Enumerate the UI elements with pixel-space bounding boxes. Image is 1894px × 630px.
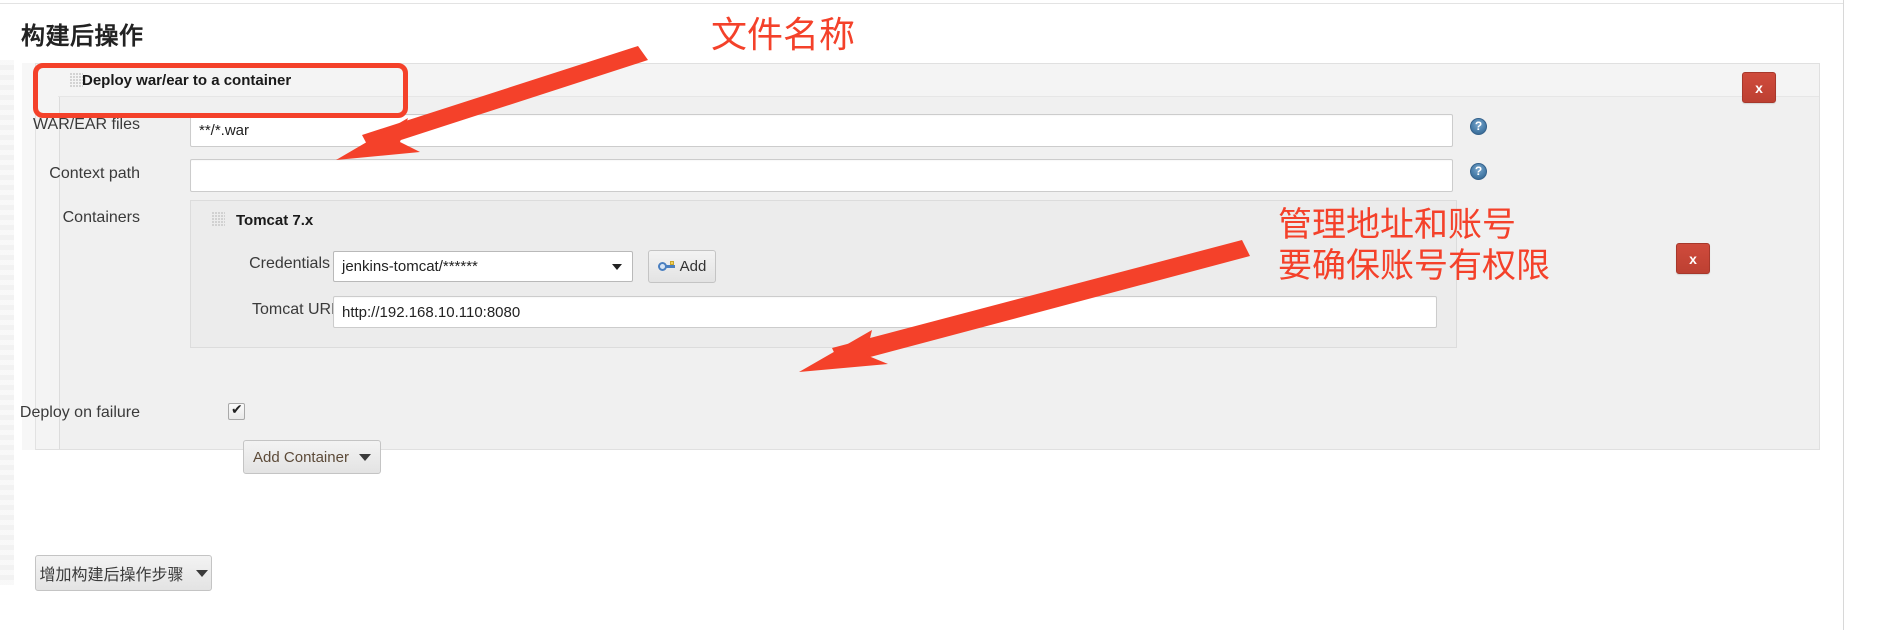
annotation-highlight-box xyxy=(33,63,408,118)
add-post-build-step-label: 增加构建后操作步骤 xyxy=(39,567,184,584)
credentials-select[interactable]: jenkins-tomcat/****** xyxy=(333,251,633,282)
tomcat-url-label: Tomcat URL xyxy=(251,301,340,318)
credentials-label: Credentials xyxy=(249,255,330,272)
annotation-admin-line1: 管理地址和账号 xyxy=(1278,205,1516,245)
add-credentials-button[interactable]: Add xyxy=(648,250,716,283)
credentials-selected-value: jenkins-tomcat/****** xyxy=(342,258,478,275)
chevron-down-icon xyxy=(195,569,208,577)
help-icon-context-path[interactable]: ? xyxy=(1470,163,1487,180)
war-files-label: WAR/EAR files xyxy=(33,116,140,133)
left-gutter-stripes xyxy=(0,60,14,585)
page-right-border xyxy=(1843,0,1844,630)
add-credentials-label: Add xyxy=(679,258,707,275)
tomcat-url-input[interactable]: http://192.168.10.110:8080 xyxy=(333,296,1437,328)
close-plugin-button[interactable]: x xyxy=(1742,72,1776,103)
key-icon xyxy=(657,261,675,272)
add-container-label: Add Container xyxy=(253,448,349,466)
deploy-on-failure-label: Deploy on failure xyxy=(19,404,140,421)
deploy-on-failure-checkbox[interactable] xyxy=(228,401,245,420)
add-post-build-step-button[interactable]: 增加构建后操作步骤 xyxy=(35,555,212,591)
container-header: Tomcat 7.x xyxy=(191,201,1456,239)
context-path-input[interactable] xyxy=(190,159,1453,192)
annotation-file-name: 文件名称 xyxy=(711,15,856,56)
annotation-admin-line2: 要确保账号有权限 xyxy=(1278,246,1550,287)
context-path-label: Context path xyxy=(49,165,140,182)
drag-dots-icon[interactable] xyxy=(212,212,225,227)
container-title: Tomcat 7.x xyxy=(236,211,314,229)
top-divider xyxy=(0,3,1843,4)
war-files-input[interactable]: **/*.war xyxy=(190,114,1453,147)
annotation-admin-note: 管理地址和账号 要确保账号有权限 xyxy=(1278,205,1550,288)
chevron-down-icon xyxy=(358,453,371,461)
chevron-down-icon xyxy=(612,264,622,270)
help-icon-war-files[interactable]: ? xyxy=(1470,118,1487,135)
page-title: 构建后操作 xyxy=(21,23,144,50)
containers-label: Containers xyxy=(62,209,140,226)
page-root: 构建后操作 Deploy war/ear to a container x WA… xyxy=(0,0,1894,630)
add-container-button[interactable]: Add Container xyxy=(243,440,381,474)
close-container-button[interactable]: x xyxy=(1676,243,1710,274)
